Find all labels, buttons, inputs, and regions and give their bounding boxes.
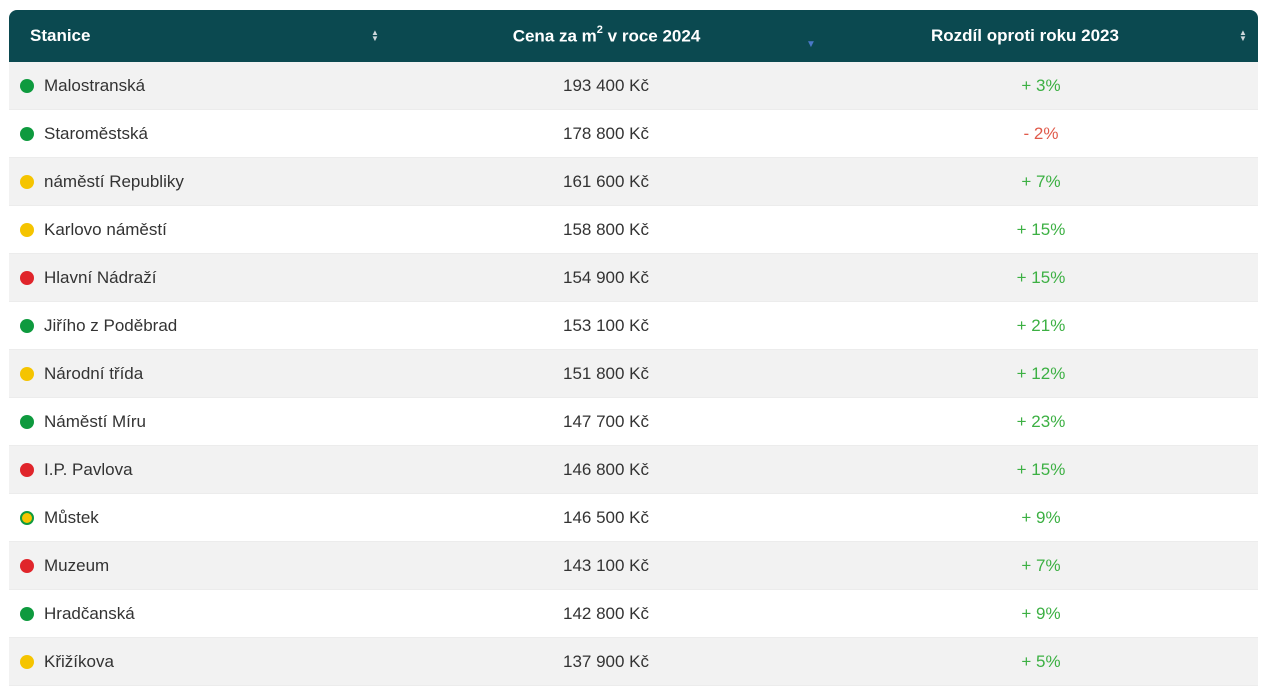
station-cell: náměstí Republiky (20, 172, 184, 192)
metro-line-dot-icon (20, 222, 34, 237)
column-header-price-sup: 2 (596, 23, 603, 36)
diff-cell: + 23% (1016, 411, 1066, 431)
diff-cell: + 9% (1021, 507, 1061, 527)
table-row: Náměstí Míru 147 700 Kč + 23% (9, 398, 1258, 446)
station-name: Jiřího z Poděbrad (44, 315, 178, 335)
table-row: Hradčanská 142 800 Kč + 9% (9, 590, 1258, 638)
station-cell: I.P. Pavlova (20, 460, 133, 480)
column-header-diff[interactable]: Rozdíl oproti roku 2023 (931, 10, 1151, 62)
price-cell: 154 900 Kč (562, 267, 649, 287)
diff-cell: + 15% (1016, 219, 1066, 239)
sort-both-icon[interactable]: ▲ ▼ (1239, 10, 1247, 62)
station-cell: Karlovo náměstí (20, 220, 167, 240)
station-name: Můstek (44, 507, 99, 527)
diff-cell: + 12% (1016, 363, 1066, 383)
table-header: Stanice ▲ ▼ Cena za m2 v roce 2024 ▼ Rozd… (9, 10, 1258, 62)
metro-line-dot-icon (20, 558, 34, 573)
metro-line-dot-icon (20, 510, 34, 525)
metro-line-dot-icon (20, 462, 34, 477)
station-cell: Můstek (20, 508, 99, 528)
diff-cell: + 3% (1021, 75, 1061, 95)
station-name: Hradčanská (44, 603, 135, 623)
station-name: Karlovo náměstí (44, 219, 167, 239)
sort-descending-icon[interactable]: ▼ (806, 10, 816, 70)
station-cell: Hradčanská (20, 604, 135, 624)
price-cell: 178 800 Kč (562, 123, 649, 143)
price-cell: 146 800 Kč (562, 459, 649, 479)
diff-cell: + 7% (1021, 555, 1061, 575)
price-table: Stanice ▲ ▼ Cena za m2 v roce 2024 ▼ Rozd… (9, 10, 1258, 686)
table-row: I.P. Pavlova 146 800 Kč + 15% (9, 446, 1258, 494)
diff-cell: + 21% (1016, 315, 1066, 335)
station-cell: Malostranská (20, 76, 145, 96)
station-cell: Křižíkova (20, 652, 114, 672)
metro-line-dot-icon (20, 366, 34, 381)
table-row: Národní třída 151 800 Kč + 12% (9, 350, 1258, 398)
diff-cell: + 7% (1021, 171, 1061, 191)
diff-cell: + 15% (1016, 459, 1066, 479)
price-cell: 143 100 Kč (562, 555, 649, 575)
metro-line-dot-icon (20, 414, 34, 429)
metro-line-dot-icon (20, 654, 34, 669)
metro-line-dot-icon (20, 318, 34, 333)
station-name: I.P. Pavlova (44, 459, 133, 479)
price-cell: 142 800 Kč (562, 603, 649, 623)
metro-line-dot-icon (20, 126, 34, 141)
station-name: Národní třída (44, 363, 144, 383)
table-row: Karlovo náměstí 158 800 Kč + 15% (9, 206, 1258, 254)
column-header-price-prefix: Cena za m (512, 26, 597, 46)
station-name: Náměstí Míru (44, 411, 147, 431)
table-body: Malostranská 193 400 Kč + 3% Staroměstská 17… (9, 62, 1258, 686)
station-name: Malostranská (44, 75, 146, 95)
diff-cell: - 2% (1023, 123, 1059, 143)
metro-line-dot-icon (20, 270, 34, 285)
diff-cell: + 15% (1016, 267, 1066, 287)
price-cell: 153 100 Kč (562, 315, 649, 335)
table-row: Malostranská 193 400 Kč + 3% (9, 62, 1258, 110)
station-name: Křižíkova (44, 651, 114, 671)
metro-line-dot-icon (20, 78, 34, 93)
price-cell: 147 700 Kč (562, 411, 649, 431)
price-cell: 193 400 Kč (562, 75, 649, 95)
station-cell: Staroměstská (20, 124, 148, 144)
table-row: Křižíkova 137 900 Kč + 5% (9, 638, 1258, 686)
column-header-price-suffix: v roce 2024 (602, 26, 701, 46)
station-cell: Muzeum (20, 556, 109, 576)
table-row: Hlavní Nádraží 154 900 Kč + 15% (9, 254, 1258, 302)
price-cell: 158 800 Kč (562, 219, 649, 239)
table-row: Staroměstská 178 800 Kč - 2% (9, 110, 1258, 158)
diff-cell: + 9% (1021, 603, 1061, 623)
metro-line-dot-icon (20, 174, 34, 189)
station-name: Muzeum (44, 555, 110, 575)
station-cell: Hlavní Nádraží (20, 268, 156, 288)
column-header-diff-label: Rozdíl oproti roku 2023 (931, 26, 1119, 45)
price-cell: 161 600 Kč (562, 171, 649, 191)
station-name: náměstí Republiky (44, 171, 184, 191)
metro-line-dot-icon (20, 606, 34, 621)
station-name: Hlavní Nádraží (44, 267, 157, 287)
table-row: náměstí Republiky 161 600 Kč + 7% (9, 158, 1258, 206)
station-cell: Náměstí Míru (20, 412, 146, 432)
table-row: Muzeum 143 100 Kč + 7% (9, 542, 1258, 590)
station-name: Staroměstská (44, 123, 148, 143)
price-cell: 137 900 Kč (562, 651, 649, 671)
station-cell: Jiřího z Poděbrad (20, 316, 177, 336)
price-cell: 146 500 Kč (562, 507, 649, 527)
price-cell: 151 800 Kč (562, 363, 649, 383)
station-cell: Národní třída (20, 364, 143, 384)
table-row: Můstek 146 500 Kč + 9% (9, 494, 1258, 542)
diff-cell: + 5% (1021, 651, 1061, 671)
table-row: Jiřího z Poděbrad 153 100 Kč + 21% (9, 302, 1258, 350)
